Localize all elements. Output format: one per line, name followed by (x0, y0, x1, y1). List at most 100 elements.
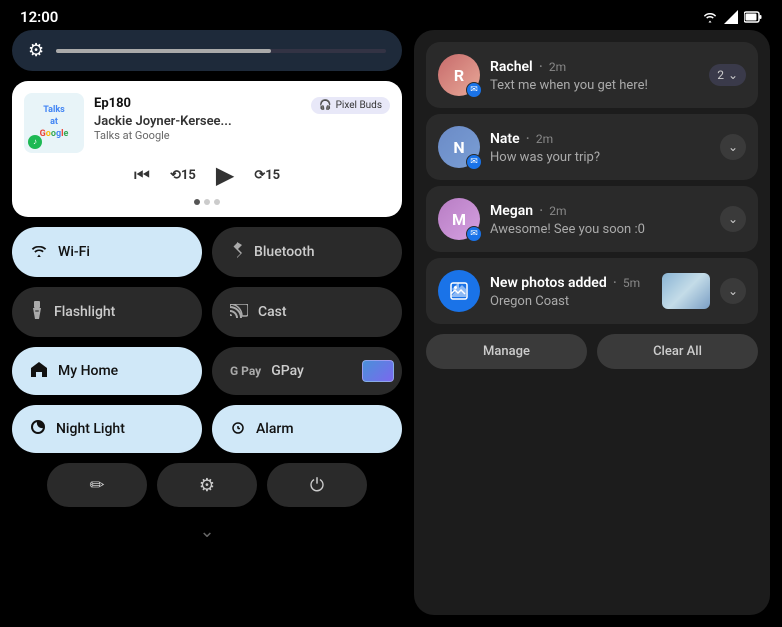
tile-nightlight[interactable]: Night Light (12, 405, 202, 453)
notif-subtitle-photos: Oregon Coast (490, 294, 652, 309)
notif-header-rachel: Rachel · 2m (490, 57, 699, 76)
notif-text-nate: How was your trip? (490, 150, 710, 165)
avatar-nate: N ✉ (438, 126, 480, 168)
notif-time-megan: 2m (549, 204, 566, 218)
media-dots (24, 199, 390, 205)
bluetooth-label: Bluetooth (254, 244, 315, 260)
notif-content-photos: New photos added · 5m Oregon Coast (490, 273, 652, 309)
clear-all-button[interactable]: Clear All (597, 334, 758, 369)
avatar-megan: M ✉ (438, 198, 480, 240)
home-icon (30, 361, 48, 381)
media-artwork: TalksatGoogle ♪ (24, 93, 84, 153)
badge-count-rachel[interactable]: 2 ⌄ (709, 64, 746, 86)
tile-flashlight[interactable]: Flashlight (12, 287, 202, 337)
skip-forward-15-button[interactable]: ⟳15 (254, 168, 280, 183)
settings-button[interactable]: ⚙ (157, 463, 257, 507)
cast-icon (230, 303, 248, 322)
bluetooth-icon (230, 241, 244, 263)
notif-footer: Manage Clear All (426, 334, 758, 369)
notif-name-rachel: Rachel (490, 59, 533, 75)
notif-header-photos: New photos added · 5m (490, 273, 652, 292)
notif-time-nate: 2m (536, 132, 553, 146)
brightness-fill (56, 49, 270, 53)
notif-text-rachel: Text me when you get here! (490, 78, 699, 93)
media-dot-2 (204, 199, 210, 205)
media-dot-3 (214, 199, 220, 205)
signal-icon (724, 10, 738, 24)
media-card: TalksatGoogle ♪ Ep180 🎧 Pixel Buds Jacki… (12, 81, 402, 217)
edit-icon: ✏ (89, 475, 104, 496)
tile-cast[interactable]: Cast (212, 287, 402, 337)
notif-action-nate[interactable]: ⌄ (720, 134, 746, 160)
right-panel: R ✉ Rachel · 2m Text me when you get her… (414, 30, 770, 615)
bottom-row: ✏ ⚙ ⏻ (12, 463, 402, 507)
message-icon-rachel: ✉ (466, 82, 482, 98)
notif-name-photos: New photos added (490, 275, 607, 291)
notification-nate[interactable]: N ✉ Nate · 2m How was your trip? ⌄ (426, 114, 758, 180)
media-top: TalksatGoogle ♪ Ep180 🎧 Pixel Buds Jacki… (24, 93, 390, 153)
gpay-label: GPay (271, 363, 304, 379)
notification-rachel[interactable]: R ✉ Rachel · 2m Text me when you get her… (426, 42, 758, 108)
nightlight-label: Night Light (56, 421, 125, 437)
power-button[interactable]: ⏻ (267, 463, 367, 507)
notif-action-rachel[interactable]: 2 ⌄ (709, 64, 746, 86)
tile-myhome[interactable]: My Home (12, 347, 202, 395)
gpay-icon: G Pay (230, 364, 261, 378)
message-icon-nate: ✉ (466, 154, 482, 170)
notif-content-rachel: Rachel · 2m Text me when you get here! (490, 57, 699, 93)
expand-megan-button[interactable]: ⌄ (720, 206, 746, 232)
expand-photos-button[interactable]: ⌄ (720, 278, 746, 304)
skip-back-15-button[interactable]: ⟲15 (170, 168, 196, 183)
alarm-label: Alarm (256, 421, 294, 437)
photos-icon (438, 270, 480, 312)
settings-icon: ⚙ (199, 475, 215, 496)
media-title: Jackie Joyner-Kersee... (94, 114, 390, 129)
media-device: 🎧 Pixel Buds (311, 97, 390, 114)
status-icons (702, 10, 762, 24)
tiles-grid: Wi-Fi Bluetooth (12, 227, 402, 453)
wifi-icon (30, 243, 48, 262)
notif-time-photos: 5m (623, 276, 640, 290)
expand-nate-button[interactable]: ⌄ (720, 134, 746, 160)
avatar-rachel: R ✉ (438, 54, 480, 96)
myhome-label: My Home (58, 363, 118, 379)
tile-gpay[interactable]: G Pay GPay (212, 347, 402, 395)
notif-header-nate: Nate · 2m (490, 129, 710, 148)
notification-photos[interactable]: New photos added · 5m Oregon Coast ⌄ (426, 258, 758, 324)
alarm-icon (230, 419, 246, 439)
chevron-row[interactable]: ⌄ (12, 517, 402, 546)
flashlight-label: Flashlight (54, 304, 115, 320)
media-episode: Ep180 (94, 96, 131, 111)
notif-name-megan: Megan (490, 203, 533, 219)
brightness-row[interactable]: ⚙ (12, 30, 402, 71)
notif-text-megan: Awesome! See you soon :0 (490, 222, 710, 237)
spotify-icon: ♪ (28, 135, 42, 149)
media-info: Ep180 🎧 Pixel Buds Jackie Joyner-Kersee.… (94, 93, 390, 142)
media-subtitle: Talks at Google (94, 129, 390, 142)
main-content: ⚙ TalksatGoogle ♪ Ep180 🎧 Pixel Buds (0, 30, 782, 627)
media-dot-1 (194, 199, 200, 205)
tile-bluetooth[interactable]: Bluetooth (212, 227, 402, 277)
notif-header-megan: Megan · 2m (490, 201, 710, 220)
notif-action-megan[interactable]: ⌄ (720, 206, 746, 232)
manage-button[interactable]: Manage (426, 334, 587, 369)
photos-thumbnail (662, 273, 710, 309)
message-icon-megan: ✉ (466, 226, 482, 242)
rewind-button[interactable]: ⏮ (134, 165, 150, 186)
moon-icon (30, 419, 46, 439)
media-device-label: Pixel Buds (336, 100, 382, 111)
tile-wifi[interactable]: Wi-Fi (12, 227, 202, 277)
notification-megan[interactable]: M ✉ Megan · 2m Awesome! See you soon :0 … (426, 186, 758, 252)
tile-alarm[interactable]: Alarm (212, 405, 402, 453)
play-button[interactable]: ▶ (216, 161, 234, 189)
chevron-down-icon: ⌄ (199, 521, 214, 542)
brightness-track[interactable] (56, 49, 386, 53)
brightness-icon: ⚙ (28, 40, 44, 61)
media-art-text: TalksatGoogle (40, 105, 69, 140)
status-time: 12:00 (20, 8, 58, 26)
notif-content-megan: Megan · 2m Awesome! See you soon :0 (490, 201, 710, 237)
power-icon: ⏻ (310, 475, 324, 496)
edit-button[interactable]: ✏ (47, 463, 147, 507)
badge-number: 2 (717, 68, 724, 82)
battery-icon (744, 11, 762, 23)
